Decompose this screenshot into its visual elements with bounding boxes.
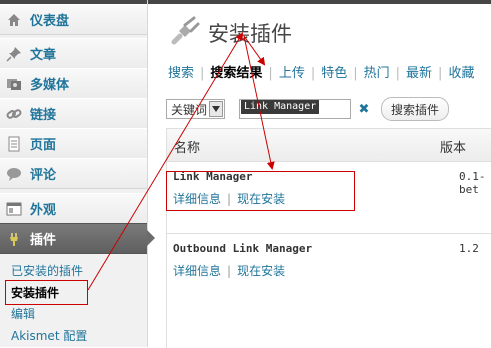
tab-separator: |: [268, 66, 273, 81]
plugin-version: 1.2: [459, 242, 479, 255]
plugin-name: Outbound Link Manager: [173, 242, 313, 255]
chevron-down-icon[interactable]: [209, 101, 223, 117]
results-table: 名称 版本 Link Manager 0.1-bet 详细信息 | 现在安装 Out…: [166, 128, 491, 348]
menu-label: 评论: [30, 168, 57, 183]
menu-media[interactable]: 多媒体: [0, 68, 147, 99]
page-header: 安装插件: [168, 14, 292, 52]
page-title: 安装插件: [208, 22, 292, 46]
plugin-version: 0.1-bet: [459, 170, 486, 196]
tab-bar: 搜索 | 搜索结果 | 上传 | 特色 | 热门 | 最新 | 收藏: [168, 62, 474, 81]
menu-label: 仪表盘: [30, 14, 70, 29]
submenu-editor[interactable]: 编辑: [11, 305, 35, 322]
menu-posts[interactable]: 文章: [0, 38, 147, 69]
annotation-box-result: [166, 171, 355, 211]
row-actions: 详细信息 | 现在安装: [173, 262, 285, 279]
media-icon: [6, 76, 22, 92]
tab-separator: |: [353, 66, 358, 81]
menu-label: 插件: [30, 233, 57, 248]
tab-popular[interactable]: 热门: [364, 66, 390, 81]
search-type-value: 关键词: [171, 102, 208, 117]
comment-bubble-icon: [6, 166, 22, 182]
close-icon[interactable]: ✖: [357, 102, 371, 117]
search-form: 关键词 Link Manager ✖ 搜索插件: [166, 97, 450, 121]
tab-search-results[interactable]: 搜索结果: [210, 66, 262, 81]
pushpin-icon: [6, 46, 22, 62]
tab-featured[interactable]: 特色: [321, 66, 347, 81]
submenu-installed-plugins[interactable]: 已安装的插件: [11, 262, 83, 279]
tab-favorites[interactable]: 收藏: [448, 66, 474, 81]
menu-comments[interactable]: 评论: [0, 158, 147, 189]
details-link[interactable]: 详细信息: [173, 264, 221, 278]
menu-links[interactable]: 链接: [0, 98, 147, 129]
tab-search[interactable]: 搜索: [168, 66, 194, 81]
tab-newest[interactable]: 最新: [406, 66, 432, 81]
page-icon: [6, 136, 22, 152]
annotation-box-sidebar: [5, 280, 88, 305]
tab-upload[interactable]: 上传: [279, 66, 305, 81]
link-icon: [6, 106, 22, 122]
menu-pages[interactable]: 页面: [0, 128, 147, 159]
tab-separator: |: [310, 66, 316, 81]
dashboard-icon: [6, 12, 22, 28]
tab-separator: |: [438, 66, 443, 81]
menu-plugins[interactable]: 插件: [0, 223, 155, 254]
install-now-link[interactable]: 现在安装: [237, 264, 285, 278]
menu-appearance[interactable]: 外观: [0, 193, 147, 224]
search-type-select[interactable]: 关键词: [166, 99, 225, 119]
column-header-version[interactable]: 版本: [440, 137, 466, 156]
table-header: 名称 版本: [167, 129, 491, 162]
menu-dashboard[interactable]: 仪表盘: [0, 4, 147, 35]
main-top-strip: [148, 0, 491, 4]
tab-separator: |: [395, 66, 401, 81]
menu-label: 外观: [30, 203, 57, 218]
column-header-name[interactable]: 名称: [174, 137, 200, 156]
plugin-plug-icon: [6, 231, 22, 247]
menu-label: 多媒体: [30, 78, 70, 93]
tab-separator: |: [200, 66, 205, 81]
table-row: Outbound Link Manager 1.2 详细信息 | 现在安装: [167, 234, 491, 314]
search-plugins-button[interactable]: 搜索插件: [381, 97, 450, 121]
action-separator: |: [227, 264, 232, 278]
menu-label: 文章: [30, 48, 57, 63]
menu-label: 链接: [30, 108, 57, 123]
menu-label: 页面: [30, 138, 57, 153]
search-input[interactable]: [239, 99, 351, 119]
plugin-plug-icon: [168, 14, 202, 52]
appearance-icon: [6, 201, 22, 217]
submenu-akismet[interactable]: Akismet 配置: [11, 327, 87, 344]
